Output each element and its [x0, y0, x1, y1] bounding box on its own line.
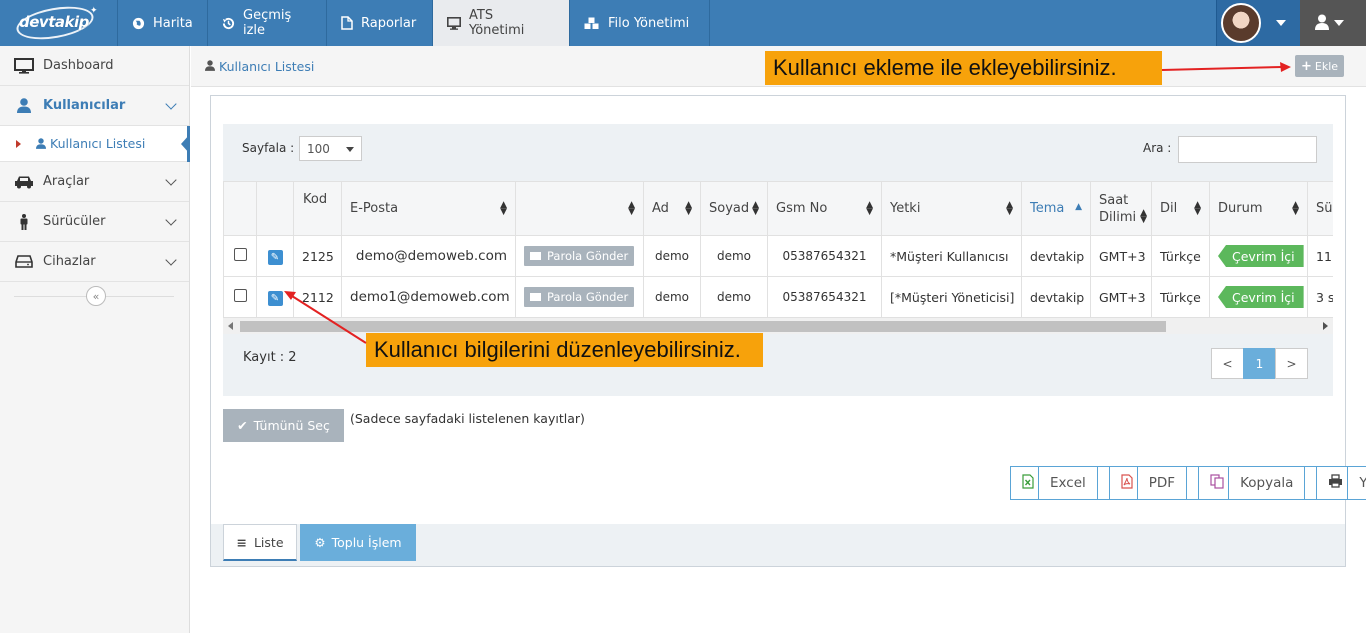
print-label: Yazdır	[1347, 466, 1366, 500]
select-all-note: (Sadece sayfadaki listelenen kayıtlar)	[350, 411, 585, 426]
list-icon: ≡	[236, 534, 247, 550]
excel-icon	[1022, 473, 1034, 493]
check-icon: ✔	[237, 418, 248, 433]
export-excel-button[interactable]: Excel	[1010, 466, 1110, 500]
arrow-to-add-button	[1161, 66, 1283, 71]
print-button[interactable]: Yazdır	[1316, 466, 1366, 500]
arrowhead-icon	[284, 291, 296, 300]
pdf-icon	[1121, 473, 1133, 493]
select-all-button[interactable]: ✔ Tümünü Seç	[223, 409, 344, 442]
tab-toplu-label: Toplu İşlem	[331, 535, 402, 550]
print-icon	[1328, 474, 1343, 492]
export-button-group: Excel PDF Kopyala Yazdır	[1010, 466, 1366, 500]
tab-liste[interactable]: ≡ Liste	[223, 524, 297, 561]
copy-icon	[1210, 473, 1224, 493]
gear-icon: ⚙	[314, 535, 326, 550]
arrow-to-edit-icon	[291, 295, 367, 344]
arrowhead-icon	[1280, 62, 1291, 72]
export-pdf-button[interactable]: PDF	[1108, 466, 1200, 500]
select-all-label: Tümünü Seç	[253, 418, 330, 433]
tab-toplu-islem[interactable]: ⚙ Toplu İşlem	[300, 524, 416, 561]
tab-liste-label: Liste	[253, 534, 284, 550]
export-pdf-label: PDF	[1136, 466, 1188, 500]
copy-button[interactable]: Kopyala	[1198, 466, 1318, 500]
export-excel-label: Excel	[1038, 466, 1098, 500]
copy-label: Kopyala	[1228, 466, 1306, 500]
